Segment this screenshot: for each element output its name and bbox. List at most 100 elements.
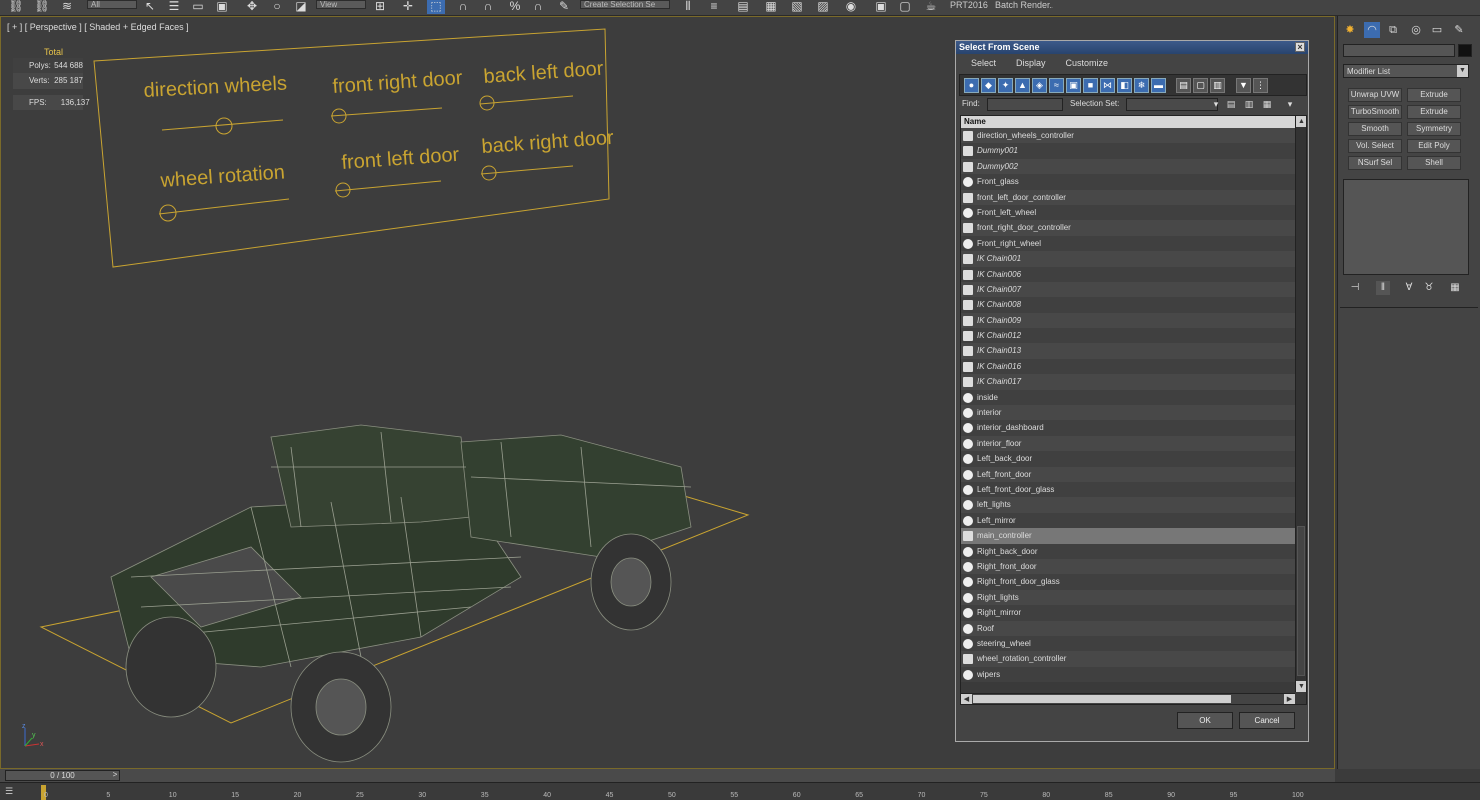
filter-icon[interactable]: ▼: [1236, 78, 1251, 93]
modifier-button-nsurf-sel[interactable]: NSurf Sel: [1348, 156, 1402, 170]
scale-icon[interactable]: ◪: [293, 0, 309, 14]
scroll-left-icon[interactable]: ◀: [961, 694, 972, 704]
list-item[interactable]: IK Chain008: [961, 297, 1295, 313]
display-containers-icon[interactable]: ◧: [1117, 78, 1132, 93]
rect-select-icon[interactable]: ▭: [190, 0, 206, 14]
render-icon[interactable]: ☕: [922, 0, 940, 14]
list-item[interactable]: Dummy001: [961, 143, 1295, 159]
display-lights-icon[interactable]: ✦: [998, 78, 1013, 93]
bind-space-warp-icon[interactable]: ≋: [58, 0, 76, 14]
display-geometry-icon[interactable]: ●: [964, 78, 979, 93]
list-item[interactable]: Right_back_door: [961, 543, 1295, 559]
filter-options-icon[interactable]: ⋮: [1253, 78, 1268, 93]
ok-button[interactable]: OK: [1177, 712, 1233, 729]
modifier-button-smooth[interactable]: Smooth: [1348, 122, 1402, 136]
list-item[interactable]: interior_floor: [961, 435, 1295, 452]
configure-modifier-sets-icon[interactable]: ▦: [1448, 281, 1462, 295]
list-item[interactable]: steering_wheel: [961, 635, 1295, 652]
find-input[interactable]: [987, 98, 1063, 111]
modifier-button-symmetry[interactable]: Symmetry: [1407, 122, 1461, 136]
object-color-swatch[interactable]: [1458, 44, 1472, 57]
mirror-icon[interactable]: ⫴: [680, 0, 696, 14]
track-bar-key-icon[interactable]: ☰: [5, 786, 21, 798]
list-item[interactable]: Right_lights: [961, 589, 1295, 606]
modifier-button-shell[interactable]: Shell: [1407, 156, 1461, 170]
list-item[interactable]: wipers: [961, 666, 1295, 683]
list-item[interactable]: Front_glass: [961, 174, 1295, 190]
display-none-icon[interactable]: ▢: [1193, 78, 1208, 93]
pin-stack-icon[interactable]: ⊣: [1348, 281, 1362, 295]
list-item[interactable]: inside: [961, 389, 1295, 406]
display-helpers-icon[interactable]: ◈: [1032, 78, 1047, 93]
list-item[interactable]: interior_dashboard: [961, 420, 1295, 436]
modifier-button-extrude[interactable]: Extrude: [1407, 88, 1461, 102]
batch-render-button[interactable]: Batch Render...: [995, 0, 1053, 10]
utilities-tab-icon[interactable]: ✎: [1451, 22, 1467, 38]
graphite-icon[interactable]: ▦: [762, 0, 780, 14]
options-arrow-icon[interactable]: ▾: [1284, 98, 1296, 111]
list-item[interactable]: wheel_rotation_controller: [961, 651, 1295, 667]
display-invert-icon[interactable]: ▥: [1210, 78, 1225, 93]
modifier-button-turbosmooth[interactable]: TurboSmooth: [1348, 105, 1402, 119]
select-invert-icon[interactable]: ▦: [1261, 98, 1273, 111]
list-item[interactable]: front_right_door_controller: [961, 220, 1295, 236]
modifier-list-dropdown[interactable]: Modifier List ▼: [1343, 64, 1469, 78]
list-item[interactable]: Left_back_door: [961, 451, 1295, 467]
track-bar[interactable]: ☰ 0 5 10 15 20 25 30 35 40 45 50 55 60 65 70 75 80 85 90 95…: [0, 782, 1480, 800]
show-end-result-icon[interactable]: ‖: [1376, 281, 1390, 295]
list-item[interactable]: Right_mirror: [961, 605, 1295, 621]
list-item[interactable]: IK Chain012: [961, 328, 1295, 344]
select-icon[interactable]: ↖: [143, 0, 157, 14]
snap-toggle-icon[interactable]: ∩: [455, 0, 471, 14]
list-item[interactable]: Left_mirror: [961, 512, 1295, 529]
angle-snap-icon[interactable]: ∩: [480, 0, 496, 14]
slider-direction-wheels[interactable]: [215, 117, 233, 135]
scroll-down-icon[interactable]: ▼: [1296, 681, 1306, 692]
modifier-button-vol-select[interactable]: Vol. Select: [1348, 139, 1402, 153]
material-editor-icon[interactable]: ◉: [842, 0, 860, 14]
column-header-name[interactable]: Name: [961, 116, 1295, 128]
percent-snap-icon[interactable]: %: [506, 0, 524, 14]
list-item[interactable]: left_lights: [961, 497, 1295, 513]
display-groups-icon[interactable]: ▣: [1066, 78, 1081, 93]
modify-tab-icon[interactable]: ◠: [1364, 22, 1380, 38]
selection-filter-dropdown[interactable]: All: [87, 0, 137, 9]
list-item[interactable]: Front_left_wheel: [961, 204, 1295, 221]
render-setup-icon[interactable]: ▣: [872, 0, 890, 14]
link-icon[interactable]: ⛓: [8, 0, 24, 14]
list-item[interactable]: IK Chain001: [961, 251, 1295, 267]
display-xrefs-icon[interactable]: ■: [1083, 78, 1098, 93]
list-item[interactable]: Right_front_door_glass: [961, 574, 1295, 590]
prt-button[interactable]: PRT2016: [950, 0, 988, 10]
select-manipulate-icon[interactable]: ✛: [400, 0, 416, 14]
vertical-scrollbar[interactable]: ▲ ▼: [1295, 116, 1306, 692]
window-crossing-icon[interactable]: ▣: [214, 0, 230, 14]
list-item[interactable]: IK Chain016: [961, 358, 1295, 375]
list-item[interactable]: IK Chain007: [961, 281, 1295, 298]
display-frozen-icon[interactable]: ❄: [1134, 78, 1149, 93]
display-hidden-icon[interactable]: ▬: [1151, 78, 1166, 93]
display-all-icon[interactable]: ▤: [1176, 78, 1191, 93]
menu-customize[interactable]: Customize: [1056, 54, 1119, 71]
selection-set-dropdown-arrow[interactable]: ▾: [1210, 98, 1222, 111]
select-all-icon[interactable]: ▤: [1225, 98, 1237, 111]
edit-named-sets-icon[interactable]: ✎: [556, 0, 572, 14]
time-slider[interactable]: 0 / 100: [5, 770, 120, 781]
list-item[interactable]: Dummy002: [961, 158, 1295, 175]
horizontal-scrollbar[interactable]: ◀ ▶: [961, 693, 1295, 704]
selection-set-dropdown[interactable]: Create Selection Se: [580, 0, 670, 9]
modifier-stack[interactable]: [1343, 179, 1469, 275]
list-item[interactable]: Roof: [961, 620, 1295, 636]
unlink-icon[interactable]: ⛓: [34, 0, 50, 14]
modifier-button-edit-poly[interactable]: Edit Poly: [1407, 139, 1461, 153]
list-item[interactable]: Left_front_door_glass: [961, 481, 1295, 498]
rotate-icon[interactable]: ○: [270, 0, 284, 14]
schematic-icon[interactable]: ▨: [814, 0, 832, 14]
dialog-title-bar[interactable]: Select From Scene ×: [956, 41, 1308, 54]
selection-set-input[interactable]: [1126, 98, 1218, 111]
display-cameras-icon[interactable]: ▲: [1015, 78, 1030, 93]
list-item[interactable]: main_controller: [961, 528, 1295, 544]
list-item[interactable]: Right_front_door: [961, 558, 1295, 575]
spinner-snap-icon[interactable]: ∩: [530, 0, 546, 14]
scroll-right-icon[interactable]: ▶: [1284, 694, 1295, 704]
